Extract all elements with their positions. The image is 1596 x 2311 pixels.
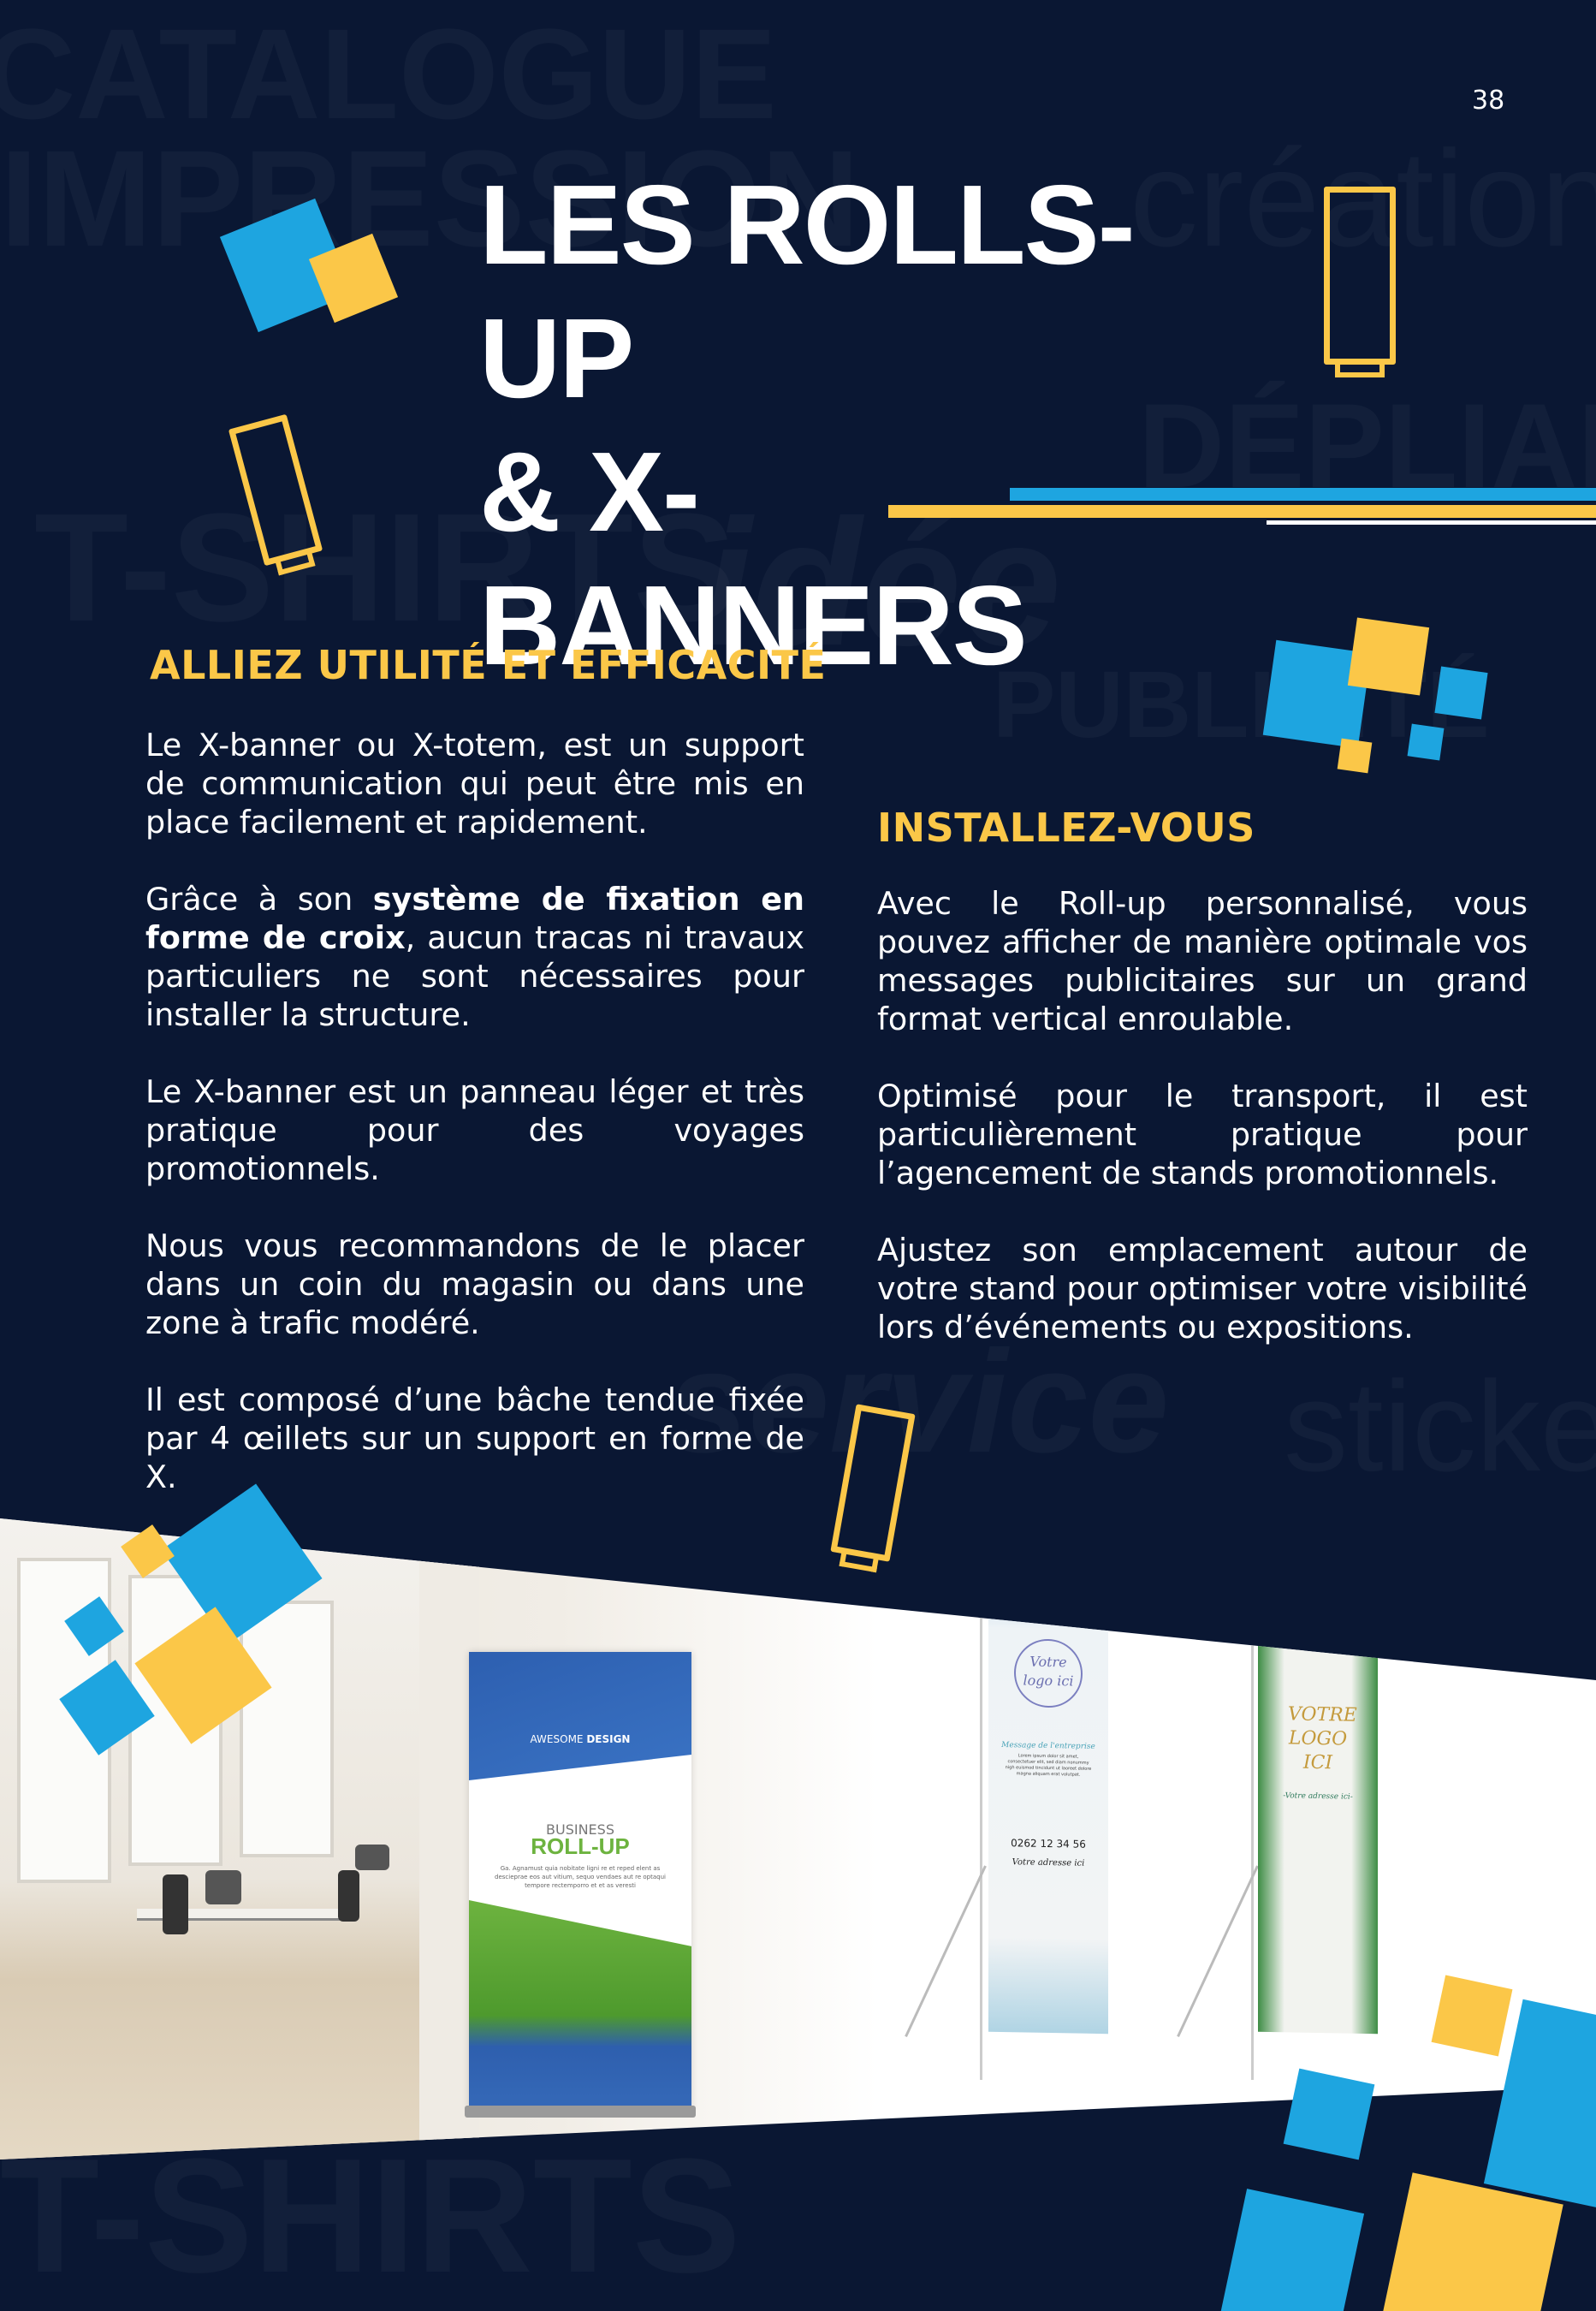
- monitor: [355, 1845, 389, 1870]
- window: [240, 1601, 334, 1857]
- office-chair: [163, 1874, 188, 1934]
- yellow-square-decoration: [1431, 1975, 1513, 2057]
- yellow-square-decoration: [1347, 617, 1430, 696]
- left-paragraph: Nous vous recommandons de le placer dans…: [145, 1227, 804, 1341]
- xbanner-tropical: VOTRE LOGO ICI -Votre adresse ici-: [1258, 1556, 1378, 2035]
- xbanner-pole: [980, 1558, 982, 2080]
- text: DESIGN: [586, 1733, 631, 1745]
- yellow-square-decoration: [1337, 738, 1373, 774]
- xbanner-message-title: Message de l'entreprise: [1001, 1741, 1095, 1751]
- left-paragraph: Le X-banner est un panneau léger et très…: [145, 1073, 804, 1187]
- left-section-body: Le X-banner ou X-totem, est un support d…: [145, 726, 804, 1535]
- right-paragraph: Optimisé pour le transport, il est parti…: [877, 1078, 1528, 1191]
- white-stripe: [1267, 520, 1596, 525]
- rollup-green-band: [469, 1900, 691, 2110]
- page-number: 38: [1472, 86, 1505, 116]
- rollup-banner: AWESOME DESIGN BUSINESS ROLL-UP Ga. Agna…: [469, 1652, 691, 2110]
- rollup-tagline: AWESOME DESIGN: [469, 1733, 691, 1745]
- xbanner-watercolor: Votre logo ici Message de l'entreprise L…: [988, 1556, 1108, 2035]
- xbanner-pole: [1251, 1549, 1254, 2080]
- yellow-stripe: [888, 505, 1596, 518]
- left-section-heading: ALLIEZ UTILITÉ ET EFFICACITÉ: [150, 642, 827, 688]
- xbanner-logo: Votre logo ici: [1014, 1638, 1083, 1708]
- xbanner-leg: [905, 1865, 987, 2038]
- title-line-1: LES ROLLS-UP: [479, 162, 1136, 421]
- banner-outline-icon: [1324, 187, 1396, 377]
- monitor: [205, 1870, 241, 1904]
- xbanner-message-body: Lorem ipsum dolor sit amet, consectetuer…: [1005, 1753, 1092, 1778]
- xbanner-address: -Votre adresse ici-: [1283, 1791, 1353, 1802]
- blue-square-decoration: [1283, 2068, 1375, 2160]
- blue-square-decoration: [1407, 723, 1445, 761]
- page-title: LES ROLLS-UP & X-BANNERS: [479, 158, 1198, 692]
- text: Grâce à son: [145, 881, 373, 918]
- left-paragraph: Il est composé d’une bâche tendue fixée …: [145, 1381, 804, 1495]
- rollup-body: Ga. Agnamust quia nobitate ligni re et r…: [495, 1865, 666, 1889]
- left-paragraph: Grâce à son système de fixation en forme…: [145, 880, 804, 1034]
- xbanner-address: Votre adresse ici: [1012, 1857, 1085, 1868]
- xbanner-logo: VOTRE LOGO ICI: [1288, 1703, 1357, 1774]
- right-paragraph: Ajustez son emplacement autour de votre …: [877, 1232, 1528, 1346]
- rollup-headline: ROLL-UP: [531, 1833, 630, 1859]
- blue-square-decoration: [1434, 666, 1488, 720]
- left-paragraph: Le X-banner ou X-totem, est un support d…: [145, 727, 804, 841]
- right-section-heading: INSTALLEZ-VOUS: [877, 805, 1255, 851]
- rollup-blue-band: [469, 1652, 691, 1780]
- office-chair: [338, 1870, 359, 1922]
- xbanner-phone: 0262 12 34 56: [1011, 1837, 1086, 1851]
- rollup-base: [465, 2106, 696, 2118]
- xbanner-leg: [1177, 1865, 1259, 2038]
- right-section-body: Avec le Roll-up personnalisé, vous pouve…: [877, 884, 1528, 1385]
- text: AWESOME: [530, 1733, 587, 1745]
- blue-square-decoration: [1219, 2189, 1365, 2311]
- right-paragraph: Avec le Roll-up personnalisé, vous pouve…: [877, 885, 1528, 1037]
- blue-stripe: [1010, 488, 1596, 501]
